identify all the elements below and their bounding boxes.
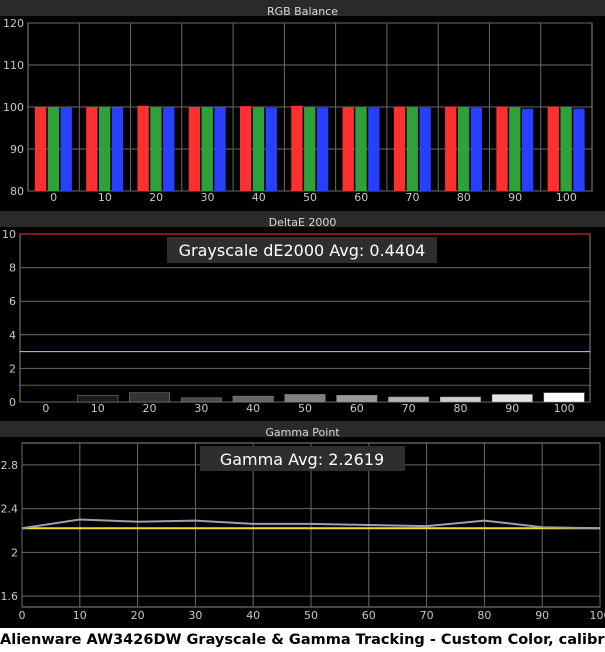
rgb-bar	[547, 106, 559, 191]
x-tick-label: 0	[19, 609, 26, 622]
panel-title: RGB Balance	[267, 5, 338, 18]
chart-figure: RGB Balance 80 90 100 110 120 0 10 20 30 40 50 60 70 8…	[0, 0, 605, 652]
y-tick-label: 8	[9, 262, 16, 275]
y-tick-label: 2	[11, 546, 18, 559]
x-tick-label: 20	[143, 402, 157, 415]
rgb-bar	[470, 107, 483, 191]
rgb-bar	[406, 107, 418, 191]
rgb-bar	[214, 107, 226, 191]
y-tick-label: 2.4	[1, 503, 19, 516]
delta-e-bar	[543, 392, 585, 403]
x-tick-label: 90	[535, 609, 549, 622]
delta-e-bar	[336, 395, 378, 403]
rgb-bar	[86, 107, 98, 191]
x-tick-label: 80	[477, 609, 491, 622]
x-tick-label: 90	[505, 402, 519, 415]
figure-caption: Alienware AW3426DW Grayscale & Gamma Tra…	[0, 628, 605, 652]
rgb-bar	[252, 107, 265, 191]
y-tick-label: 1.6	[1, 590, 19, 603]
annotation-text: Grayscale dE2000 Avg: 0.4404	[179, 241, 426, 260]
x-tick-label: 70	[402, 402, 416, 415]
y-tick-label: 2	[9, 362, 16, 375]
x-tick-label: 10	[91, 402, 105, 415]
x-tick-label: 60	[354, 191, 368, 204]
rgb-bar	[60, 107, 72, 191]
x-tick-label: 10	[73, 609, 87, 622]
delta-e-bar	[129, 392, 171, 403]
x-tick-label: 90	[508, 191, 522, 204]
rgb-bar	[265, 107, 277, 191]
y-tick-label: 6	[9, 295, 16, 308]
rgb-bar	[445, 106, 457, 191]
x-tick-label: 0	[50, 191, 57, 204]
x-tick-label: 20	[149, 191, 163, 204]
rgb-bar	[34, 107, 47, 191]
x-tick-label: 100	[556, 191, 577, 204]
x-tick-label: 20	[131, 609, 145, 622]
x-tick-label: 50	[303, 191, 317, 204]
y-tick-label: 90	[10, 143, 24, 156]
rgb-bar	[522, 108, 534, 191]
x-tick-label: 60	[362, 609, 376, 622]
x-tick-label: 100	[590, 609, 605, 622]
x-tick-label: 30	[194, 402, 208, 415]
x-tick-label: 80	[453, 402, 467, 415]
rgb-bar	[240, 106, 252, 191]
rgb-bar	[342, 107, 354, 191]
x-tick-label: 50	[298, 402, 312, 415]
delta-e-bar	[77, 395, 119, 403]
x-tick-label: 40	[246, 609, 260, 622]
x-tick-label: 30	[188, 609, 202, 622]
rgb-bar	[393, 106, 406, 191]
y-tick-label: 2.8	[1, 459, 19, 472]
panel-title: Gamma Point	[265, 426, 340, 439]
y-tick-label: 120	[3, 17, 24, 30]
x-tick-label: 80	[457, 191, 471, 204]
panel-title: DeltaE 2000	[269, 216, 337, 229]
rgb-bar	[496, 106, 508, 191]
rgb-bar	[188, 107, 201, 191]
rgb-bar	[573, 108, 585, 191]
rgb-bar	[111, 107, 124, 191]
x-tick-label: 70	[420, 609, 434, 622]
rgb-bar	[137, 105, 149, 191]
y-tick-label: 0	[9, 396, 16, 409]
delta-e-bar	[284, 394, 326, 403]
rgb-bar	[368, 107, 380, 191]
x-tick-label: 70	[406, 191, 420, 204]
rgb-bar	[560, 107, 572, 191]
x-tick-label: 0	[42, 402, 49, 415]
y-tick-label: 4	[9, 329, 16, 342]
rgb-bar	[355, 107, 367, 191]
y-tick-label: 100	[3, 101, 24, 114]
rgb-bar	[201, 107, 213, 191]
x-tick-label: 10	[98, 191, 112, 204]
chart-canvas: RGB Balance80901001101200 10 20 30 40 50 60 70 8…	[0, 0, 605, 628]
x-tick-label: 100	[554, 402, 575, 415]
rgb-bar	[163, 107, 175, 191]
x-tick-label: 60	[350, 402, 364, 415]
rgb-bar	[304, 107, 316, 191]
rgb-bar	[316, 107, 329, 191]
delta-e-bar	[491, 394, 533, 403]
annotation-text: Gamma Avg: 2.2619	[220, 450, 384, 469]
x-tick-label: 40	[252, 191, 266, 204]
rgb-bar	[47, 107, 60, 191]
rgb-bar	[291, 105, 303, 191]
y-tick-label: 80	[10, 185, 24, 198]
x-tick-label: 30	[200, 191, 214, 204]
x-tick-label: 50	[304, 609, 318, 622]
rgb-bar	[457, 107, 470, 191]
rgb-bar	[419, 107, 431, 191]
rgb-bar	[150, 107, 162, 191]
rgb-bar	[99, 107, 111, 191]
rgb-bar	[509, 107, 521, 191]
y-tick-label: 110	[3, 59, 24, 72]
y-tick-label: 10	[2, 228, 16, 241]
x-tick-label: 40	[246, 402, 260, 415]
